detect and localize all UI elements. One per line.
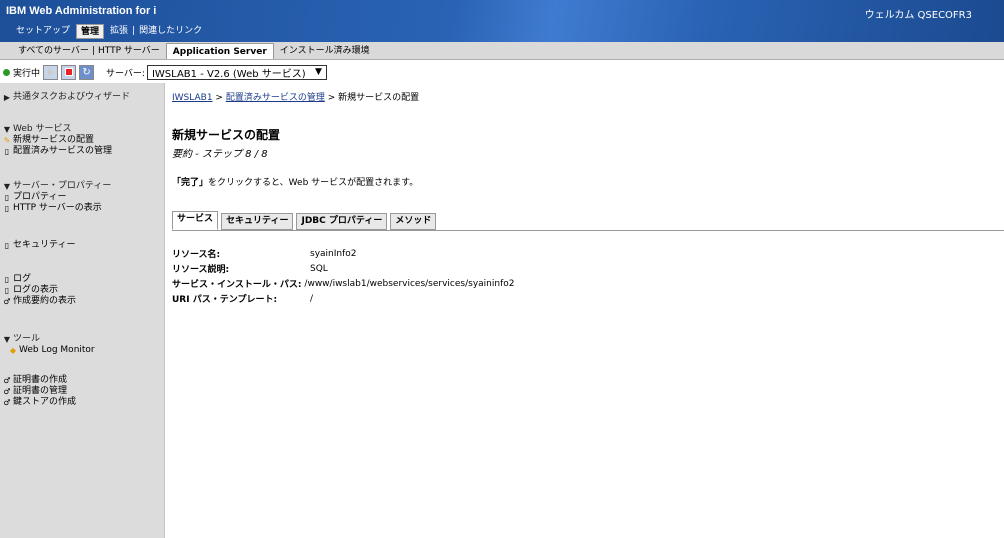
link-icon: ♂: [3, 376, 11, 385]
detail-row-uri: URI パス・テンプレート: /: [172, 291, 514, 306]
sidebar-item-manage-deployed[interactable]: ▯ 配置済みサービスの管理: [3, 146, 112, 157]
server-select-value: IWSLAB1 - V2.6 (Web サービス): [151, 68, 306, 80]
main-content: IWSLAB1 > 配置済みサービスの管理 > 新規サービスの配置 新規サービス…: [172, 83, 1004, 538]
tab-installations[interactable]: インストール済み環境: [277, 43, 373, 59]
instruction-text: 「完了」をクリックすると、Web サービスが配置されます。: [172, 175, 418, 188]
detail-row-install-path: サービス・インストール・パス: /www/iwslab1/webservices…: [172, 276, 514, 291]
sidebar-item-create-summary[interactable]: ♂ 作成要約の表示: [3, 296, 76, 307]
server-type-tabs: すべてのサーバー | HTTP サーバー Application Server …: [0, 42, 1004, 60]
sidebar-item-properties[interactable]: ▯ プロパティー: [3, 192, 111, 203]
collapse-arrow-icon: ▼: [3, 125, 11, 134]
resource-desc-label: リソース説明:: [172, 265, 230, 275]
play-icon: [47, 68, 54, 76]
sidebar-tools[interactable]: ▼ ツール: [3, 334, 95, 345]
sidebar-item-http-view[interactable]: ▯ HTTP サーバーの表示: [3, 203, 111, 214]
sidebar: ▶ 共通タスクおよびウィザード ▼ Web サービス ✎ 新規サービスの配置 ▯…: [0, 83, 165, 538]
start-server-button[interactable]: [43, 64, 59, 80]
page-icon: ▯: [4, 193, 10, 202]
menu-related-links[interactable]: 関連したリンク: [135, 24, 206, 39]
service-details: リソース名: syainInfo2 リソース説明: SQL サービス・インストー…: [172, 246, 514, 306]
menu-advanced[interactable]: 拡張: [106, 24, 132, 39]
resource-name-value: syainInfo2: [310, 248, 357, 259]
sidebar-item-create-keystore[interactable]: ♂ 鍵ストアの作成: [3, 397, 76, 408]
menu-setup[interactable]: セットアップ: [12, 24, 74, 39]
sidebar-item-manage-cert[interactable]: ♂ 証明書の管理: [3, 386, 76, 397]
sidebar-web-services[interactable]: ▼ Web サービス: [3, 124, 112, 135]
server-status-text: 実行中: [13, 68, 41, 79]
tab-jdbc-properties[interactable]: JDBC プロパティー: [296, 213, 388, 230]
page-icon: ▯: [4, 147, 10, 156]
sidebar-common-tasks[interactable]: ▶ 共通タスクおよびウィザード: [3, 92, 130, 103]
link-icon: ♂: [3, 387, 11, 396]
summary-tabs: サービス セキュリティー JDBC プロパティー メソッド: [172, 211, 1004, 231]
app-header: IBM Web Administration for i ウェルカム QSECO…: [0, 0, 1004, 42]
sidebar-server-properties[interactable]: ▼ サーバー・プロパティー: [3, 181, 111, 192]
install-path-value: /www/iwslab1/webservices/services/syaini…: [304, 278, 515, 289]
sidebar-item-create-cert[interactable]: ♂ 証明書の作成: [3, 375, 76, 386]
tab-all-servers[interactable]: すべてのサーバー: [15, 43, 92, 59]
menu-manage[interactable]: 管理: [76, 23, 105, 39]
sidebar-item-view-logs[interactable]: ▯ ログの表示: [3, 285, 76, 296]
refresh-button[interactable]: ↻: [79, 64, 95, 80]
stop-icon: [64, 68, 73, 76]
tab-application-server[interactable]: Application Server: [165, 42, 274, 59]
stop-server-button[interactable]: [61, 64, 77, 80]
collapse-arrow-icon: ▼: [3, 182, 11, 191]
detail-row-resource-desc: リソース説明: SQL: [172, 261, 514, 276]
collapse-arrow-icon: ▼: [3, 335, 11, 344]
refresh-icon: ↻: [82, 66, 91, 78]
breadcrumb-server[interactable]: IWSLAB1: [172, 93, 213, 103]
page-icon: ▯: [4, 286, 10, 295]
breadcrumb-current: 新規サービスの配置: [338, 93, 420, 103]
sidebar-item-web-log-monitor[interactable]: ◆ Web Log Monitor: [3, 345, 95, 356]
monitor-icon: ◆: [9, 346, 17, 355]
sidebar-item-logs[interactable]: ▯ ログ: [3, 274, 76, 285]
breadcrumb: IWSLAB1 > 配置済みサービスの管理 > 新規サービスの配置: [172, 90, 419, 103]
server-label: サーバー:: [106, 68, 145, 79]
install-path-label: サービス・インストール・パス:: [172, 280, 302, 290]
page-icon: ▯: [4, 275, 10, 284]
sidebar-item-security[interactable]: ▯ セキュリティー: [3, 240, 76, 251]
tab-service[interactable]: サービス: [172, 211, 219, 230]
wizard-icon: ✎: [3, 136, 11, 145]
tab-security[interactable]: セキュリティー: [221, 213, 294, 230]
link-icon: ♂: [3, 398, 11, 407]
server-select[interactable]: IWSLAB1 - V2.6 (Web サービス) ▼: [146, 64, 327, 80]
uri-label: URI パス・テンプレート:: [172, 295, 278, 305]
breadcrumb-separator: >: [212, 93, 226, 103]
resource-name-label: リソース名:: [172, 250, 221, 260]
breadcrumb-separator: >: [324, 93, 339, 103]
instruction-rest: をクリックすると、Web サービスが配置されます。: [208, 178, 419, 188]
sidebar-item-deploy-new[interactable]: ✎ 新規サービスの配置: [3, 135, 112, 146]
detail-row-resource-name: リソース名: syainInfo2: [172, 246, 514, 261]
expand-arrow-icon: ▶: [3, 93, 11, 102]
resource-desc-value: SQL: [310, 263, 328, 274]
page-icon: ▯: [4, 204, 10, 213]
page-icon: ▯: [4, 241, 10, 250]
page-title: 新規サービスの配置: [172, 128, 281, 142]
top-menu: セットアップ 管理 拡張 | 関連したリンク: [12, 23, 206, 39]
running-status-icon: [3, 68, 10, 76]
server-toolbar: 実行中 ↻ サーバー: IWSLAB1 - V2.6 (Web サービス) ▼: [0, 61, 1004, 83]
breadcrumb-manage-deployed[interactable]: 配置済みサービスの管理: [226, 93, 325, 103]
page-subtitle: 要約 - ステップ 8 / 8: [172, 149, 268, 160]
tab-http-server[interactable]: HTTP サーバー: [95, 43, 163, 59]
finish-keyword: 「完了」: [172, 178, 209, 188]
uri-value: /: [310, 293, 314, 304]
chevron-down-icon: ▼: [315, 67, 322, 77]
app-title: IBM Web Administration for i: [6, 5, 157, 17]
welcome-text: ウェルカム QSECOFR3: [864, 10, 972, 21]
link-icon: ♂: [3, 297, 11, 306]
tab-methods[interactable]: メソッド: [390, 213, 437, 230]
